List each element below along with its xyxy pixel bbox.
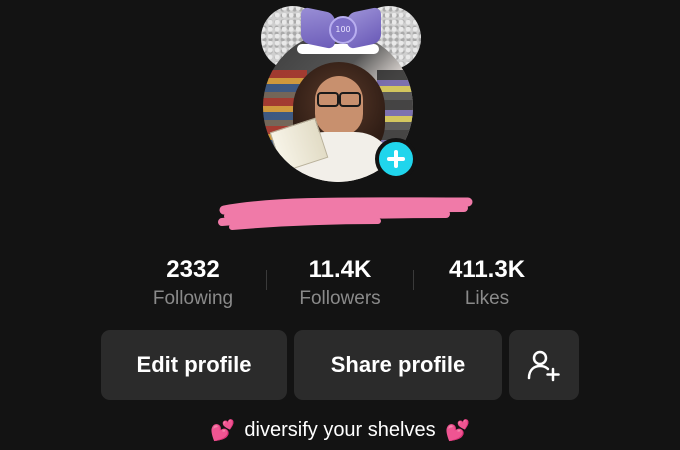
- edit-profile-button[interactable]: Edit profile: [101, 330, 287, 400]
- bow-decoration: 100: [301, 6, 381, 52]
- avatar-container[interactable]: 100: [259, 4, 425, 182]
- following-label: Following: [152, 288, 234, 309]
- followers-count: 11.4K: [308, 256, 372, 283]
- avatar-glasses: [317, 92, 361, 107]
- stats-row: 2332 Following 11.4K Followers 411.3K Li…: [120, 256, 560, 316]
- add-friend-icon: [527, 350, 560, 382]
- bio-text: diversify your shelves: [244, 418, 436, 441]
- bio: 💕 diversify your shelves 💕: [0, 418, 680, 443]
- stats-divider: [266, 270, 267, 290]
- plus-icon[interactable]: [375, 138, 417, 180]
- username-redaction: [218, 197, 473, 230]
- add-friend-button[interactable]: [509, 330, 579, 400]
- share-profile-button[interactable]: Share profile: [294, 330, 502, 400]
- following-count: 2332: [166, 256, 220, 283]
- followers-label: Followers: [299, 288, 381, 309]
- stat-following[interactable]: 2332 Following: [120, 256, 266, 316]
- username: [218, 194, 478, 234]
- likes-label: Likes: [464, 288, 510, 309]
- two-hearts-icon: 💕: [209, 420, 235, 442]
- profile-screen: 100 2332 Following 11.4K Followers 411.3…: [0, 0, 680, 450]
- stat-followers[interactable]: 11.4K Followers: [267, 256, 413, 316]
- stat-likes[interactable]: 411.3K Likes: [414, 256, 560, 316]
- stats-divider: [413, 270, 414, 290]
- bow-badge: 100: [329, 16, 357, 44]
- likes-count: 411.3K: [448, 256, 526, 283]
- two-hearts-icon: 💕: [445, 420, 471, 442]
